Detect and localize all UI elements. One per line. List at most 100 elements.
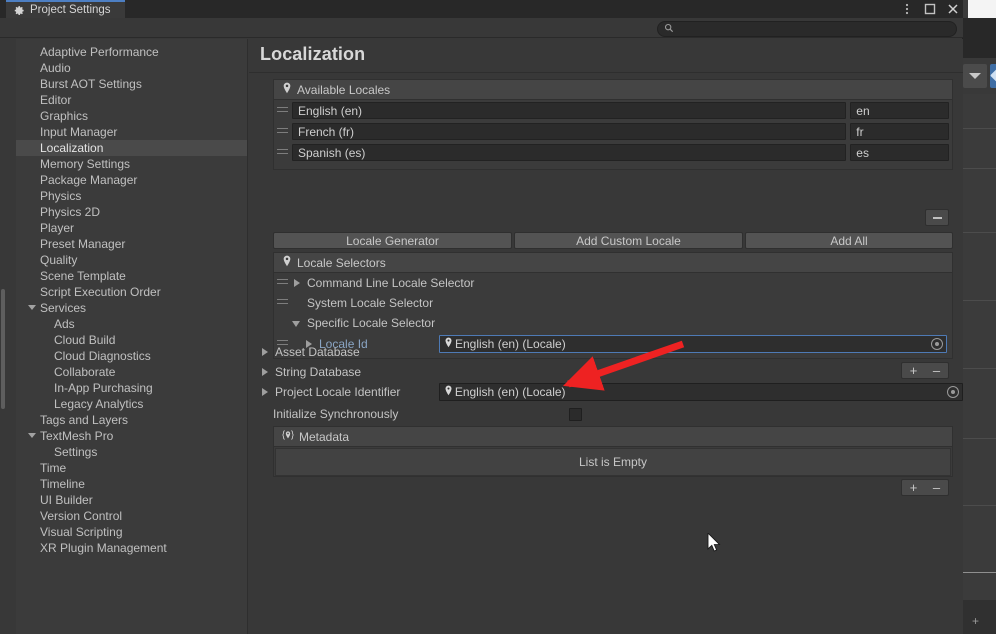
project-locale-identifier-label: Project Locale Identifier <box>275 385 401 399</box>
locale-name-field[interactable]: Spanish (es) <box>292 144 847 161</box>
sidebar-item-adaptive-performance[interactable]: Adaptive Performance <box>16 44 247 60</box>
sidebar-item-timeline[interactable]: Timeline <box>16 476 247 492</box>
initialize-synchronously-row: Initialize Synchronously <box>273 405 963 423</box>
sidebar-item-settings[interactable]: Settings <box>16 444 247 460</box>
background-row-divider <box>962 232 996 233</box>
drag-handle-icon[interactable] <box>277 127 288 136</box>
sidebar-item-cloud-build[interactable]: Cloud Build <box>16 332 247 348</box>
drag-handle-icon[interactable] <box>277 299 288 307</box>
sidebar-item-version-control[interactable]: Version Control <box>16 508 247 524</box>
sidebar-item-scene-template[interactable]: Scene Template <box>16 268 247 284</box>
sidebar-item-in-app-purchasing[interactable]: In-App Purchasing <box>16 380 247 396</box>
sidebar-item-legacy-analytics[interactable]: Legacy Analytics <box>16 396 247 412</box>
tab-project-settings[interactable]: Project Settings <box>6 0 125 18</box>
sidebar-item-textmesh-pro[interactable]: TextMesh Pro <box>16 428 247 444</box>
window-titlebar: Project Settings <box>0 0 963 18</box>
drag-handle-icon[interactable] <box>277 106 288 115</box>
sidebar-item-memory-settings[interactable]: Memory Settings <box>16 156 247 172</box>
search-box[interactable] <box>657 21 957 37</box>
project-locale-identifier-object-field[interactable]: English (en) (Locale) <box>438 383 963 401</box>
available-locales-header: Available Locales <box>274 80 952 100</box>
background-dropdown-button[interactable] <box>963 64 987 88</box>
selector-label: Specific Locale Selector <box>307 316 436 330</box>
sidebar-scrollbar[interactable] <box>0 39 5 634</box>
locale-generator-button[interactable]: Locale Generator <box>273 232 512 249</box>
sidebar-item-services[interactable]: Services <box>16 300 247 316</box>
locale-code-field[interactable]: fr <box>850 123 949 140</box>
sidebar-item-time[interactable]: Time <box>16 460 247 476</box>
search-input[interactable] <box>678 23 948 35</box>
sidebar-item-physics[interactable]: Physics <box>16 188 247 204</box>
object-picker-icon[interactable] <box>947 386 959 398</box>
sidebar-item-preset-manager[interactable]: Preset Manager <box>16 236 247 252</box>
sidebar-item-editor[interactable]: Editor <box>16 92 247 108</box>
locale-pin-icon <box>282 255 292 270</box>
maximize-icon[interactable] <box>923 3 936 16</box>
sidebar-item-label: UI Builder <box>40 493 93 507</box>
sidebar-item-cloud-diagnostics[interactable]: Cloud Diagnostics <box>16 348 247 364</box>
add-custom-locale-button[interactable]: Add Custom Locale <box>514 232 743 249</box>
sidebar-item-graphics[interactable]: Graphics <box>16 108 247 124</box>
kebab-menu-icon[interactable] <box>900 3 913 16</box>
sidebar-item-audio[interactable]: Audio <box>16 60 247 76</box>
locale-name-field[interactable]: English (en) <box>292 102 847 119</box>
table-row[interactable]: French (fr) fr <box>274 121 952 142</box>
foldout-arrow[interactable] <box>260 347 271 358</box>
table-row[interactable]: English (en) en <box>274 100 952 121</box>
list-item[interactable]: Specific Locale Selector <box>274 313 952 333</box>
table-row[interactable]: Spanish (es) es <box>274 142 952 163</box>
mouse-cursor <box>707 533 721 552</box>
locale-code-field[interactable]: es <box>850 144 949 161</box>
sidebar-item-collaborate[interactable]: Collaborate <box>16 364 247 380</box>
remove-locale-button[interactable] <box>925 209 949 226</box>
chevron-right-icon <box>262 347 268 356</box>
sidebar-item-physics-2d[interactable]: Physics 2D <box>16 204 247 220</box>
remove-locale-selector-button[interactable]: – <box>925 364 948 377</box>
string-database-foldout[interactable]: String Database <box>257 363 657 381</box>
close-icon[interactable] <box>946 3 959 16</box>
sidebar-item-ui-builder[interactable]: UI Builder <box>16 492 247 508</box>
sidebar-item-script-execution-order[interactable]: Script Execution Order <box>16 284 247 300</box>
foldout-arrow[interactable] <box>260 367 271 378</box>
locale-pin-icon <box>282 82 292 97</box>
initialize-synchronously-checkbox[interactable] <box>569 407 582 421</box>
plus-icon: + <box>972 614 980 628</box>
sidebar-item-input-manager[interactable]: Input Manager <box>16 124 247 140</box>
sidebar-item-localization[interactable]: Localization <box>16 140 247 156</box>
sidebar-scrollbar-thumb[interactable] <box>1 289 5 409</box>
remove-metadata-button[interactable]: – <box>925 481 948 494</box>
available-locales-group: Available Locales English (en) en French (… <box>273 79 953 170</box>
chevron-down-icon[interactable] <box>28 305 36 310</box>
asset-database-foldout[interactable]: Asset Database <box>257 343 657 361</box>
locale-pin-icon <box>444 385 453 399</box>
chevron-down-icon[interactable] <box>28 433 36 438</box>
project-locale-identifier-foldout[interactable] <box>260 387 271 398</box>
drag-handle-icon[interactable] <box>277 148 288 157</box>
sidebar-item-burst-aot-settings[interactable]: Burst AOT Settings <box>16 76 247 92</box>
sidebar-item-tags-and-layers[interactable]: Tags and Layers <box>16 412 247 428</box>
sidebar-item-player[interactable]: Player <box>16 220 247 236</box>
drag-handle-icon[interactable] <box>277 279 288 287</box>
chevron-down-icon <box>969 73 981 79</box>
add-all-button[interactable]: Add All <box>745 232 953 249</box>
selector-foldout[interactable] <box>292 278 303 289</box>
add-locale-selector-button[interactable]: + <box>902 364 925 377</box>
add-metadata-button[interactable]: + <box>902 481 925 494</box>
background-account-button[interactable] <box>990 64 996 88</box>
sidebar-item-label: Cloud Build <box>54 333 116 347</box>
sidebar-item-ads[interactable]: Ads <box>16 316 247 332</box>
page-title: Localization <box>260 44 366 64</box>
locale-code-field[interactable]: en <box>850 102 949 119</box>
sidebar-item-quality[interactable]: Quality <box>16 252 247 268</box>
project-locale-identifier-row: Project Locale Identifier English (en) (… <box>257 383 963 401</box>
sidebar-item-label: Quality <box>40 253 78 267</box>
list-item[interactable]: Command Line Locale Selector <box>274 273 952 293</box>
background-row-divider <box>962 572 996 573</box>
sidebar-item-visual-scripting[interactable]: Visual Scripting <box>16 524 247 540</box>
object-picker-icon[interactable] <box>931 338 943 350</box>
sidebar-item-xr-plugin-management[interactable]: XR Plugin Management <box>16 540 247 556</box>
selector-foldout[interactable] <box>292 318 303 329</box>
sidebar-item-package-manager[interactable]: Package Manager <box>16 172 247 188</box>
locale-name-field[interactable]: French (fr) <box>292 123 847 140</box>
list-item[interactable]: System Locale Selector <box>274 293 952 313</box>
